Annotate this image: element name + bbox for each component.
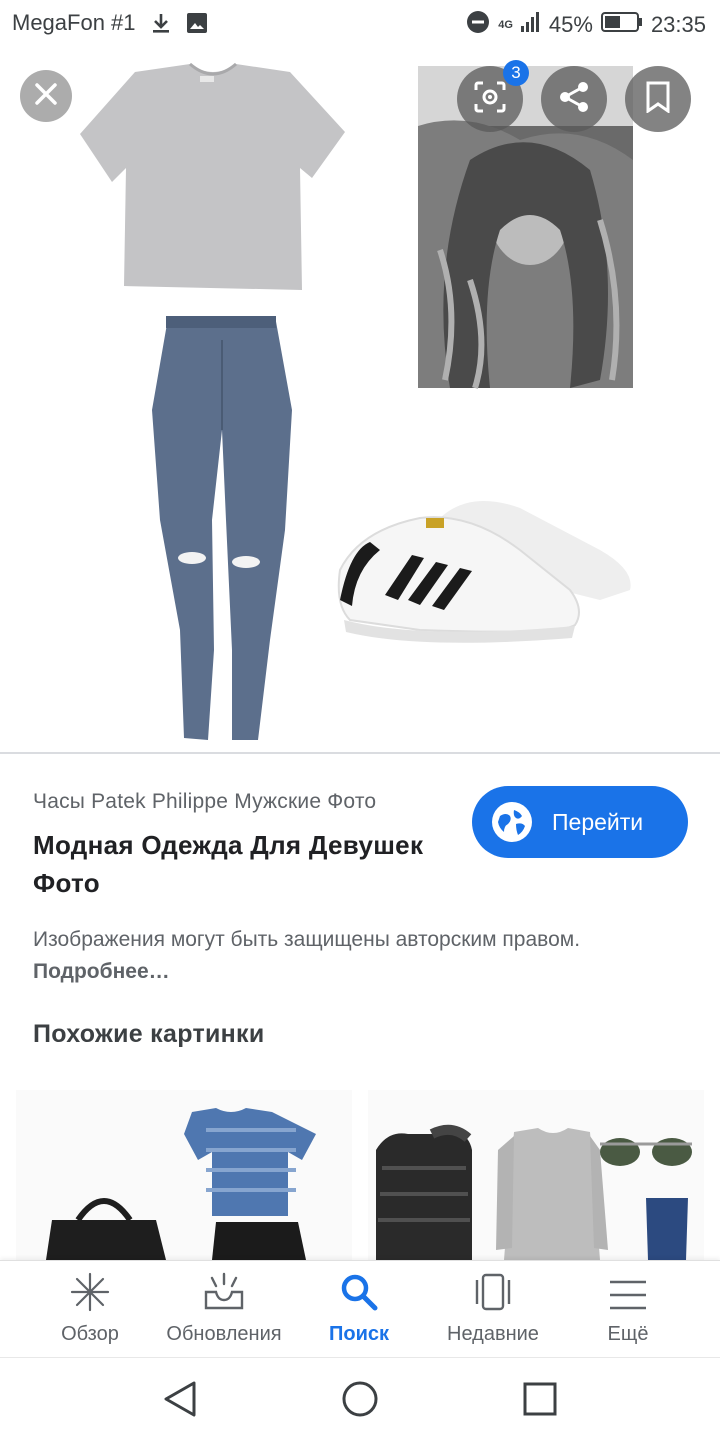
visit-button[interactable]: Перейти (472, 786, 688, 858)
clock: 23:35 (650, 12, 706, 37)
source-site[interactable]: Часы Patek Philippe Мужские Фото (33, 790, 376, 814)
recent-icon (471, 1272, 515, 1317)
network-type: 4G (498, 19, 513, 31)
learn-more-link[interactable]: Подробнее… (33, 960, 170, 983)
divider (0, 752, 720, 754)
outfit-image (80, 62, 633, 740)
lens-badge: 3 (503, 60, 529, 86)
copyright-notice: Изображения могут быть защищены авторски… (33, 924, 653, 988)
nav-updates[interactable]: Обновления (152, 1261, 296, 1357)
bookmark-icon (645, 81, 671, 118)
lens-icon (473, 80, 507, 119)
similar-image-2 (368, 1090, 704, 1260)
nav-more-label: Ещё (607, 1323, 649, 1345)
status-bar: MegaFon #1 4G 45% 23:35 (0, 0, 720, 50)
nav-discover[interactable]: Обзор (18, 1261, 162, 1357)
similar-thumb-2[interactable] (368, 1090, 704, 1260)
battery-icon (600, 11, 643, 39)
similar-thumb-1[interactable] (16, 1090, 352, 1260)
menu-icon (608, 1278, 648, 1317)
nav-recent[interactable]: Недавние (421, 1261, 565, 1357)
nav-search-label: Поиск (328, 1323, 390, 1345)
jeans-graphic (152, 316, 292, 740)
similar-image-1 (16, 1090, 352, 1260)
nav-discover-label: Обзор (61, 1323, 119, 1345)
battery-percent: 45% (548, 12, 593, 37)
close-button[interactable] (20, 70, 72, 122)
nav-updates-label: Обновления (166, 1323, 282, 1345)
tshirt-graphic (80, 62, 345, 290)
carrier-name: MegaFon #1 (12, 10, 136, 35)
visit-label: Перейти (552, 808, 644, 835)
updates-icon (202, 1272, 246, 1317)
close-icon (33, 81, 59, 112)
dnd-icon (466, 10, 490, 40)
signal-icon (520, 11, 541, 39)
back-icon[interactable] (162, 1380, 198, 1423)
save-button[interactable] (625, 66, 691, 132)
globe-icon (492, 802, 532, 842)
share-icon (557, 80, 591, 119)
sneakers-graphic (337, 500, 631, 643)
similar-heading: Похожие картинки (33, 1020, 265, 1048)
share-button[interactable] (541, 66, 607, 132)
system-navigation (0, 1357, 720, 1441)
home-icon[interactable] (341, 1380, 379, 1423)
image-icon (186, 12, 208, 34)
recents-icon[interactable] (522, 1381, 558, 1422)
result-title[interactable]: Модная Одежда Для Девушек Фото (33, 826, 463, 902)
search-icon (339, 1272, 379, 1317)
nav-more[interactable]: Ещё (556, 1261, 700, 1357)
download-icon (150, 12, 172, 34)
nav-recent-label: Недавние (447, 1323, 539, 1345)
bottom-navigation: Обзор Обновления Поиск Недавние Ещё (0, 1260, 720, 1357)
discover-icon (70, 1272, 110, 1317)
image-viewer[interactable]: 3 (0, 50, 720, 752)
nav-search[interactable]: Поиск (287, 1261, 431, 1357)
copyright-text: Изображения могут быть защищены авторски… (33, 928, 581, 951)
